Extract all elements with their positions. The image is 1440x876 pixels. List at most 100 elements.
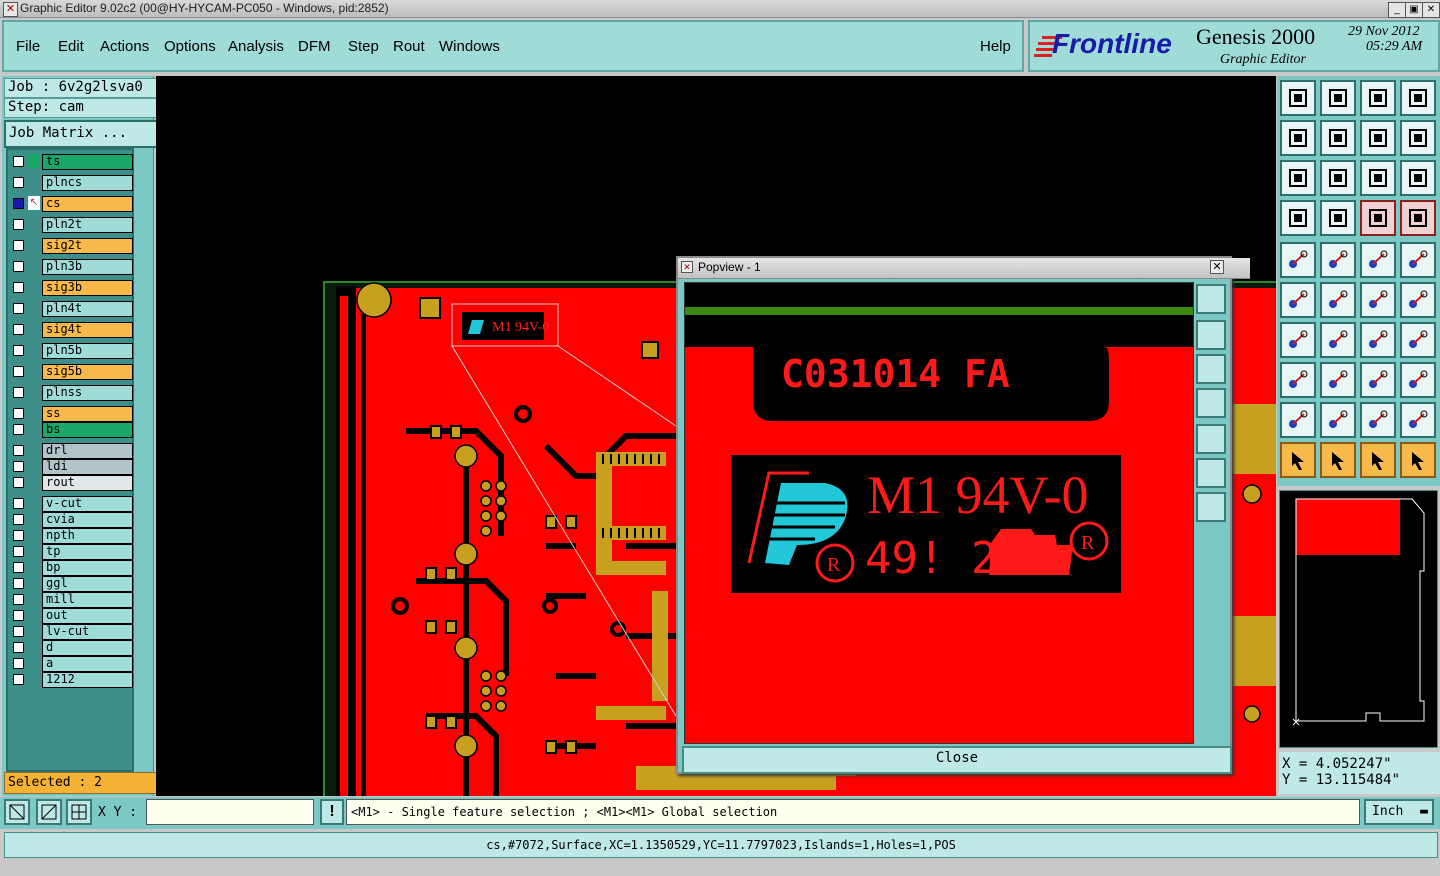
pan-left-button[interactable] (1280, 120, 1316, 156)
select-button[interactable] (1280, 442, 1316, 478)
menu-help[interactable]: Help (980, 38, 1011, 55)
circle-button[interactable] (1400, 242, 1436, 278)
arc-button[interactable] (1360, 322, 1396, 358)
layer-checkbox[interactable] (13, 219, 24, 230)
layer-checkbox[interactable] (13, 282, 24, 293)
close-window-button[interactable]: ✕ (1422, 2, 1440, 18)
drill-button[interactable] (1320, 200, 1356, 236)
scale-1-2-button[interactable] (1360, 160, 1396, 196)
layer-checkbox[interactable] (13, 514, 24, 525)
layer-checkbox[interactable] (13, 240, 24, 251)
layer-row-v-cut[interactable]: v-cut (10, 496, 133, 512)
layer-row-tp[interactable]: tp (10, 544, 133, 560)
popview-tool-2[interactable] (1196, 320, 1226, 350)
layer-row-drl[interactable]: drl (10, 443, 133, 459)
zoom-button[interactable] (1320, 160, 1356, 196)
menu-file[interactable]: File (16, 38, 40, 55)
layer-checkbox[interactable] (13, 303, 24, 314)
popview-viewport[interactable]: C031014 FA R M1 94V-0 49! 2 R (684, 282, 1194, 744)
popview-window[interactable]: ✕ Popview - 1 ✕ C031014 FA R M1 94V-0 49… (676, 256, 1250, 774)
layers-button[interactable] (1400, 200, 1436, 236)
layer-row-pln4t[interactable]: pln4t (10, 301, 133, 317)
layer-row-bs[interactable]: bs (10, 422, 133, 438)
layer-checkbox[interactable] (13, 424, 24, 435)
job-matrix-button[interactable]: Job Matrix ... (4, 120, 159, 148)
layer-checkbox[interactable] (13, 408, 24, 419)
layer-row-out[interactable]: out (10, 608, 133, 624)
copy-button[interactable] (1400, 282, 1436, 318)
layer-name[interactable]: sig2t (42, 238, 133, 254)
layer-checkbox[interactable] (13, 642, 24, 653)
pointer-button[interactable] (1320, 442, 1356, 478)
menu-rout[interactable]: Rout (393, 38, 425, 55)
layer-checkbox[interactable] (13, 658, 24, 669)
split-view-button[interactable] (1400, 80, 1436, 116)
layer-name[interactable]: pln3b (42, 259, 133, 275)
layer-name[interactable]: ts (42, 154, 133, 170)
menu-edit[interactable]: Edit (58, 38, 84, 55)
layer-row-sig4t[interactable]: sig4t (10, 322, 133, 338)
layer-checkbox[interactable] (13, 387, 24, 398)
select-pad-button[interactable] (1280, 242, 1316, 278)
connect-button[interactable] (1280, 282, 1316, 318)
layer-checkbox[interactable] (13, 198, 24, 209)
layer-row-plnss[interactable]: plnss (10, 385, 133, 401)
menu-options[interactable]: Options (164, 38, 216, 55)
layer-name[interactable]: bp (42, 560, 133, 576)
popview-tool-6[interactable] (1196, 458, 1226, 488)
xy-input[interactable] (146, 799, 314, 825)
popview-tool-7[interactable] (1196, 492, 1226, 522)
menu-windows[interactable]: Windows (439, 38, 500, 55)
menu-analysis[interactable]: Analysis (228, 38, 284, 55)
layer-name[interactable]: ss (42, 406, 133, 422)
popview-tool-1[interactable] (1196, 284, 1226, 314)
layer-row-sig5b[interactable]: sig5b (10, 364, 133, 380)
layer-checkbox[interactable] (13, 156, 24, 167)
maximize-button[interactable]: ▣ (1405, 2, 1423, 18)
layer-row-lv-cut[interactable]: lv-cut (10, 624, 133, 640)
cursor-button[interactable] (1360, 442, 1396, 478)
layer-name[interactable]: cvia (42, 512, 133, 528)
layer-name[interactable]: drl (42, 443, 133, 459)
layer-checkbox[interactable] (13, 578, 24, 589)
layer-row-mill[interactable]: mill (10, 592, 133, 608)
layer-row-ggl[interactable]: ggl (10, 576, 133, 592)
net-button[interactable] (1360, 200, 1396, 236)
layer-row-a[interactable]: a (10, 656, 133, 672)
layer-row-pln5b[interactable]: pln5b (10, 343, 133, 359)
tools-button[interactable] (1280, 200, 1316, 236)
menu-step[interactable]: Step (348, 38, 379, 55)
measure-button[interactable] (36, 799, 62, 825)
home-button[interactable] (1360, 80, 1396, 116)
layer-row-d[interactable]: d (10, 640, 133, 656)
triangle-button[interactable] (1280, 402, 1316, 438)
help-button[interactable] (1400, 160, 1436, 196)
info-icon[interactable]: ! (320, 799, 344, 825)
layer-checkbox[interactable] (13, 498, 24, 509)
mirror-button[interactable] (1400, 322, 1436, 358)
layer-checkbox[interactable] (13, 477, 24, 488)
units-select[interactable]: Inch ▬ (1364, 799, 1434, 825)
layer-checkbox[interactable] (13, 594, 24, 605)
popview-title-bar[interactable]: ✕ Popview - 1 ✕ (678, 258, 1250, 279)
layer-checkbox[interactable] (13, 674, 24, 685)
layer-name[interactable]: pln5b (42, 343, 133, 359)
layer-name[interactable]: v-cut (42, 496, 133, 512)
ruler-button[interactable] (1360, 242, 1396, 278)
layer-row-cvia[interactable]: cvia (10, 512, 133, 528)
layer-checkbox[interactable] (13, 461, 24, 472)
layer-name[interactable]: cs (42, 196, 133, 212)
move-button[interactable] (1360, 282, 1396, 318)
undo-button[interactable] (1360, 120, 1396, 156)
layer-name[interactable]: pln2t (42, 217, 133, 233)
delete-button[interactable] (1320, 282, 1356, 318)
popview-tool-5[interactable] (1196, 424, 1226, 454)
grid-button[interactable] (66, 799, 92, 825)
break-button[interactable] (1320, 362, 1356, 398)
layer-checkbox[interactable] (13, 324, 24, 335)
angle-button[interactable] (1280, 322, 1316, 358)
minimize-button[interactable]: _ (1388, 2, 1406, 18)
layer-row-npth[interactable]: npth (10, 528, 133, 544)
layer-checkbox[interactable] (13, 626, 24, 637)
layer-checkbox[interactable] (13, 610, 24, 621)
